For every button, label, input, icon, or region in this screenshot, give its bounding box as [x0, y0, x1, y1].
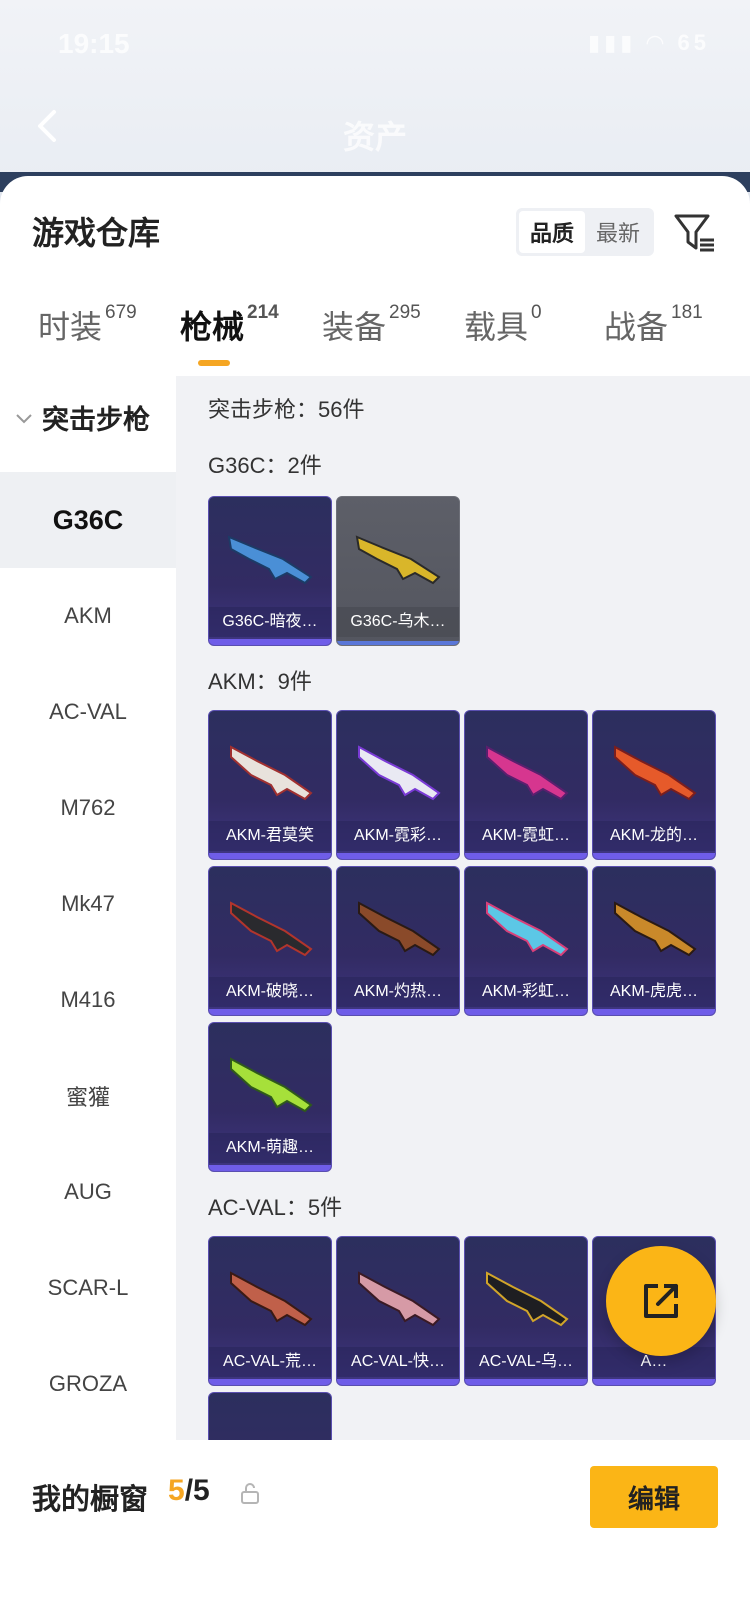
- sidebar-item-honey-badger[interactable]: 蜜獾: [0, 1048, 176, 1144]
- section-title-akm: AKM：9件: [208, 669, 312, 694]
- tab-supplies[interactable]: 战备 181: [604, 296, 703, 348]
- weapon-card-label: AKM-灼热…: [337, 977, 459, 1007]
- weapon-card[interactable]: AC-VAL-乌…: [464, 1236, 588, 1386]
- lock-icon: [241, 1483, 259, 1504]
- weapon-card-label: AKM-龙的…: [593, 821, 715, 851]
- weapon-card[interactable]: AC-VAL-快…: [336, 1236, 460, 1386]
- weapon-card[interactable]: AKM-龙的…: [592, 710, 716, 860]
- chevron-down-icon: [16, 413, 32, 423]
- sidebar-group-label: 突击步枪: [42, 405, 150, 435]
- weapon-card[interactable]: AKM-彩虹…: [464, 866, 588, 1016]
- showcase-total: /5: [184, 1474, 210, 1507]
- tab-weapons[interactable]: 枪械 214: [180, 296, 279, 348]
- sidebar-item-scar-l[interactable]: SCAR-L: [0, 1240, 176, 1336]
- weapon-card[interactable]: [208, 1392, 332, 1440]
- section-title-ac-val: AC-VAL：5件: [208, 1195, 343, 1220]
- sort-toggle: 品质 最新: [516, 208, 654, 256]
- weapon-card-label: G36C-乌木…: [337, 607, 459, 637]
- sidebar-item-akm[interactable]: AKM: [0, 568, 176, 664]
- active-tab-indicator: [198, 360, 230, 366]
- weapon-card-label: AKM-萌趣…: [209, 1133, 331, 1163]
- category-tabs: 时装 679 枪械 214 装备 295 载具 0 战备 181: [0, 296, 750, 376]
- tab-count: 181: [671, 302, 703, 323]
- weapon-card[interactable]: AC-VAL-荒…: [208, 1236, 332, 1386]
- weapon-card-label: AC-VAL-快…: [337, 1347, 459, 1377]
- weapon-card-label: AKM-虎虎…: [593, 977, 715, 1007]
- weapon-card[interactable]: AKM-灼热…: [336, 866, 460, 1016]
- sort-quality-button[interactable]: 品质: [519, 211, 585, 253]
- tab-equipment[interactable]: 装备 295: [322, 296, 421, 348]
- weapon-card[interactable]: AKM-霓虹…: [464, 710, 588, 860]
- weapon-card-label: AC-VAL-荒…: [209, 1347, 331, 1377]
- rifle-icon: [230, 1271, 313, 1327]
- status-icons: ▮▮▮ ◠ 65: [588, 30, 710, 55]
- weapon-card-label: AKM-君莫笑: [209, 821, 331, 851]
- tab-count: 679: [105, 302, 137, 323]
- showcase-title: 我的橱窗: [32, 1484, 149, 1516]
- weapon-card[interactable]: AKM-萌趣…: [208, 1022, 332, 1172]
- rifle-icon: [230, 901, 313, 957]
- tab-count: 295: [389, 302, 421, 323]
- rifle-icon: [230, 745, 313, 801]
- rifle-icon: [486, 901, 569, 957]
- warehouse-sheet: 游戏仓库 品质 最新 时装 679 枪械 214 装备 295 载具 0 战备 181 突…: [0, 176, 750, 1624]
- rifle-icon: [230, 1057, 313, 1113]
- category-summary: 突击步枪：56件: [208, 397, 365, 422]
- rifle-icon: [358, 745, 441, 801]
- sidebar-group-assault-rifles[interactable]: 突击步枪: [14, 398, 150, 437]
- sidebar-item-m416[interactable]: M416: [0, 952, 176, 1048]
- tab-count: 214: [247, 302, 279, 323]
- sidebar-item-groza[interactable]: GROZA: [0, 1336, 176, 1432]
- filter-icon[interactable]: [672, 210, 716, 254]
- section-title-g36c: G36C：2件: [208, 453, 322, 478]
- share-external-icon: [644, 1284, 678, 1318]
- weapon-card-label: AKM-破晓…: [209, 977, 331, 1007]
- showcase-current: 5: [168, 1474, 185, 1507]
- sidebar-item-g36c[interactable]: G36C: [0, 472, 176, 568]
- weapon-card[interactable]: G36C-乌木…: [336, 496, 460, 646]
- tab-count: 0: [531, 302, 542, 323]
- rifle-icon: [614, 901, 697, 957]
- tab-label: 时装: [38, 309, 103, 345]
- weapon-sidebar: 突击步枪 G36C AKM AC-VAL M762 Mk47 M416 蜜獾 A…: [0, 376, 176, 1440]
- rifle-icon: [358, 1271, 441, 1327]
- sidebar-item-mk47[interactable]: Mk47: [0, 856, 176, 952]
- weapon-card-label: AKM-霓虹…: [465, 821, 587, 851]
- sidebar-item-aug[interactable]: AUG: [0, 1144, 176, 1240]
- weapon-card[interactable]: G36C-暗夜…: [208, 496, 332, 646]
- rifle-icon: [358, 901, 441, 957]
- page-title: 资产: [342, 119, 407, 155]
- sheet-header: 游戏仓库 品质 最新: [0, 176, 750, 276]
- rifle-icon: [355, 535, 441, 585]
- warehouse-title: 游戏仓库: [32, 215, 161, 251]
- showcase-count: 5/5: [168, 1474, 210, 1508]
- tab-label: 枪械: [180, 309, 245, 345]
- rifle-icon: [486, 745, 569, 801]
- weapon-card-label: AC-VAL-乌…: [465, 1347, 587, 1377]
- tab-fashion[interactable]: 时装 679: [38, 296, 137, 348]
- sidebar-item-ac-val[interactable]: AC-VAL: [0, 664, 176, 760]
- edit-button[interactable]: 编辑: [590, 1466, 718, 1528]
- weapon-card-label: G36C-暗夜…: [209, 607, 331, 637]
- rifle-icon: [227, 535, 313, 585]
- weapon-card[interactable]: AKM-虎虎…: [592, 866, 716, 1016]
- tab-label: 载具: [464, 309, 529, 345]
- sidebar-item-m762[interactable]: M762: [0, 760, 176, 856]
- weapon-card[interactable]: AKM-霓彩…: [336, 710, 460, 860]
- tab-label: 装备: [322, 309, 387, 345]
- weapon-card-label: AKM-彩虹…: [465, 977, 587, 1007]
- tab-vehicles[interactable]: 载具 0: [464, 296, 542, 348]
- weapon-card[interactable]: AKM-君莫笑: [208, 710, 332, 860]
- battery-level: 65: [677, 30, 710, 55]
- weapon-card-label: AKM-霓彩…: [337, 821, 459, 851]
- tab-label: 战备: [604, 309, 669, 345]
- share-fab-button[interactable]: [606, 1246, 716, 1356]
- sort-latest-button[interactable]: 最新: [585, 211, 651, 253]
- rifle-icon: [486, 1271, 569, 1327]
- top-header: 19:15 ▮▮▮ ◠ 65 资产: [0, 0, 750, 180]
- showcase-bar: 我的橱窗 5/5 编辑: [0, 1440, 750, 1616]
- rifle-icon: [614, 745, 697, 801]
- status-time: 19:15: [58, 28, 130, 59]
- weapon-card[interactable]: AKM-破晓…: [208, 866, 332, 1016]
